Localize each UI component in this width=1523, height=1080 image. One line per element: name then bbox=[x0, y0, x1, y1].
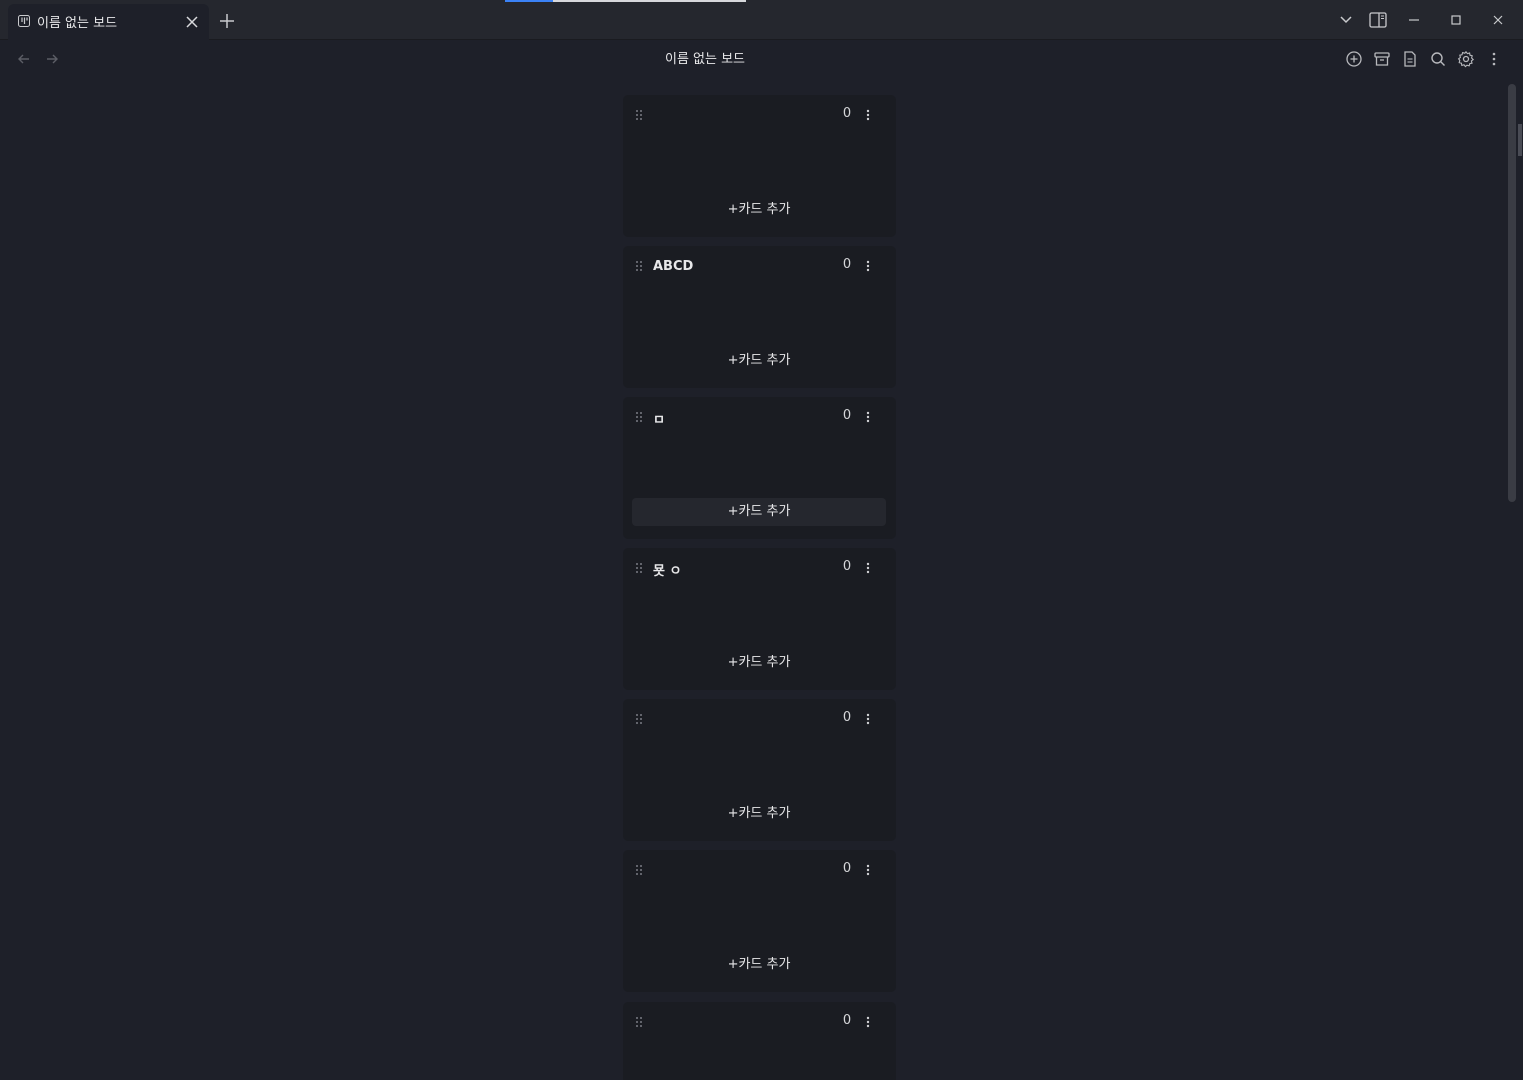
scroll-position-marker bbox=[1518, 124, 1522, 156]
kanban-lane: 0 bbox=[623, 1002, 896, 1080]
new-tab-plus-icon[interactable] bbox=[218, 12, 236, 30]
view-header: 이름 없는 보드 bbox=[0, 40, 1523, 80]
lane-more-icon[interactable] bbox=[863, 259, 873, 273]
lane-more-icon[interactable] bbox=[863, 863, 873, 877]
add-card-button[interactable]: +카드 추가 bbox=[632, 498, 886, 526]
kanban-board-icon bbox=[18, 15, 30, 27]
kanban-lane: 0 +카드 추가 bbox=[623, 95, 896, 237]
drag-handle-icon[interactable] bbox=[635, 1016, 643, 1028]
minimize-icon[interactable] bbox=[1404, 10, 1424, 30]
loading-indicator-track bbox=[553, 0, 746, 2]
lane-more-icon[interactable] bbox=[863, 1015, 873, 1029]
add-circle-icon[interactable] bbox=[1345, 50, 1363, 68]
chevron-down-icon[interactable] bbox=[1336, 10, 1356, 30]
lane-more-icon[interactable] bbox=[863, 410, 873, 424]
page-title: 이름 없는 보드 bbox=[664, 52, 746, 67]
tab-board[interactable]: 이름 없는 보드 bbox=[8, 4, 209, 40]
drag-handle-icon[interactable] bbox=[635, 260, 643, 272]
lane-title[interactable]: ㅁ bbox=[653, 409, 665, 428]
lane-title[interactable]: 묫 ㅇ bbox=[653, 560, 681, 579]
add-card-button[interactable]: +카드 추가 bbox=[632, 800, 886, 828]
drag-handle-icon[interactable] bbox=[635, 109, 643, 121]
drag-handle-icon[interactable] bbox=[635, 864, 643, 876]
lane-card-count: 0 bbox=[842, 257, 852, 272]
lane-more-icon[interactable] bbox=[863, 108, 873, 122]
lane-card-count: 0 bbox=[842, 1013, 852, 1028]
drag-handle-icon[interactable] bbox=[635, 713, 643, 725]
kanban-lane: 0 +카드 추가 bbox=[623, 699, 896, 841]
lane-card-count: 0 bbox=[842, 106, 852, 121]
lane-more-icon[interactable] bbox=[863, 561, 873, 575]
lane-card-count: 0 bbox=[842, 559, 852, 574]
lane-card-count: 0 bbox=[842, 861, 852, 876]
title-bar: 이름 없는 보드 bbox=[0, 0, 1523, 40]
tab-title: 이름 없는 보드 bbox=[37, 16, 118, 31]
gear-icon[interactable] bbox=[1457, 50, 1475, 68]
maximize-icon[interactable] bbox=[1446, 10, 1466, 30]
lane-title[interactable]: ABCD bbox=[653, 259, 693, 274]
drag-handle-icon[interactable] bbox=[635, 562, 643, 574]
kanban-lane: 묫 ㅇ 0 +카드 추가 bbox=[623, 548, 896, 690]
scrollbar-thumb[interactable] bbox=[1508, 84, 1516, 502]
close-window-icon[interactable] bbox=[1488, 10, 1508, 30]
more-vertical-icon[interactable] bbox=[1485, 50, 1503, 68]
sidebar-toggle-icon[interactable] bbox=[1368, 10, 1388, 30]
document-icon[interactable] bbox=[1401, 50, 1419, 68]
lane-card-count: 0 bbox=[842, 408, 852, 423]
add-card-button[interactable]: +카드 추가 bbox=[632, 951, 886, 979]
kanban-lane: ㅁ 0 +카드 추가 bbox=[623, 397, 896, 539]
archive-icon[interactable] bbox=[1373, 50, 1391, 68]
drag-handle-icon[interactable] bbox=[635, 411, 643, 423]
kanban-lane: 0 +카드 추가 bbox=[623, 850, 896, 992]
lane-more-icon[interactable] bbox=[863, 712, 873, 726]
add-card-button[interactable]: +카드 추가 bbox=[632, 649, 886, 677]
close-icon[interactable] bbox=[184, 14, 200, 30]
kanban-lane: ABCD 0 +카드 추가 bbox=[623, 246, 896, 388]
search-icon[interactable] bbox=[1429, 50, 1447, 68]
add-card-button[interactable]: +카드 추가 bbox=[632, 196, 886, 224]
lane-card-count: 0 bbox=[842, 710, 852, 725]
loading-indicator bbox=[505, 0, 553, 2]
add-card-button[interactable]: +카드 추가 bbox=[632, 347, 886, 375]
